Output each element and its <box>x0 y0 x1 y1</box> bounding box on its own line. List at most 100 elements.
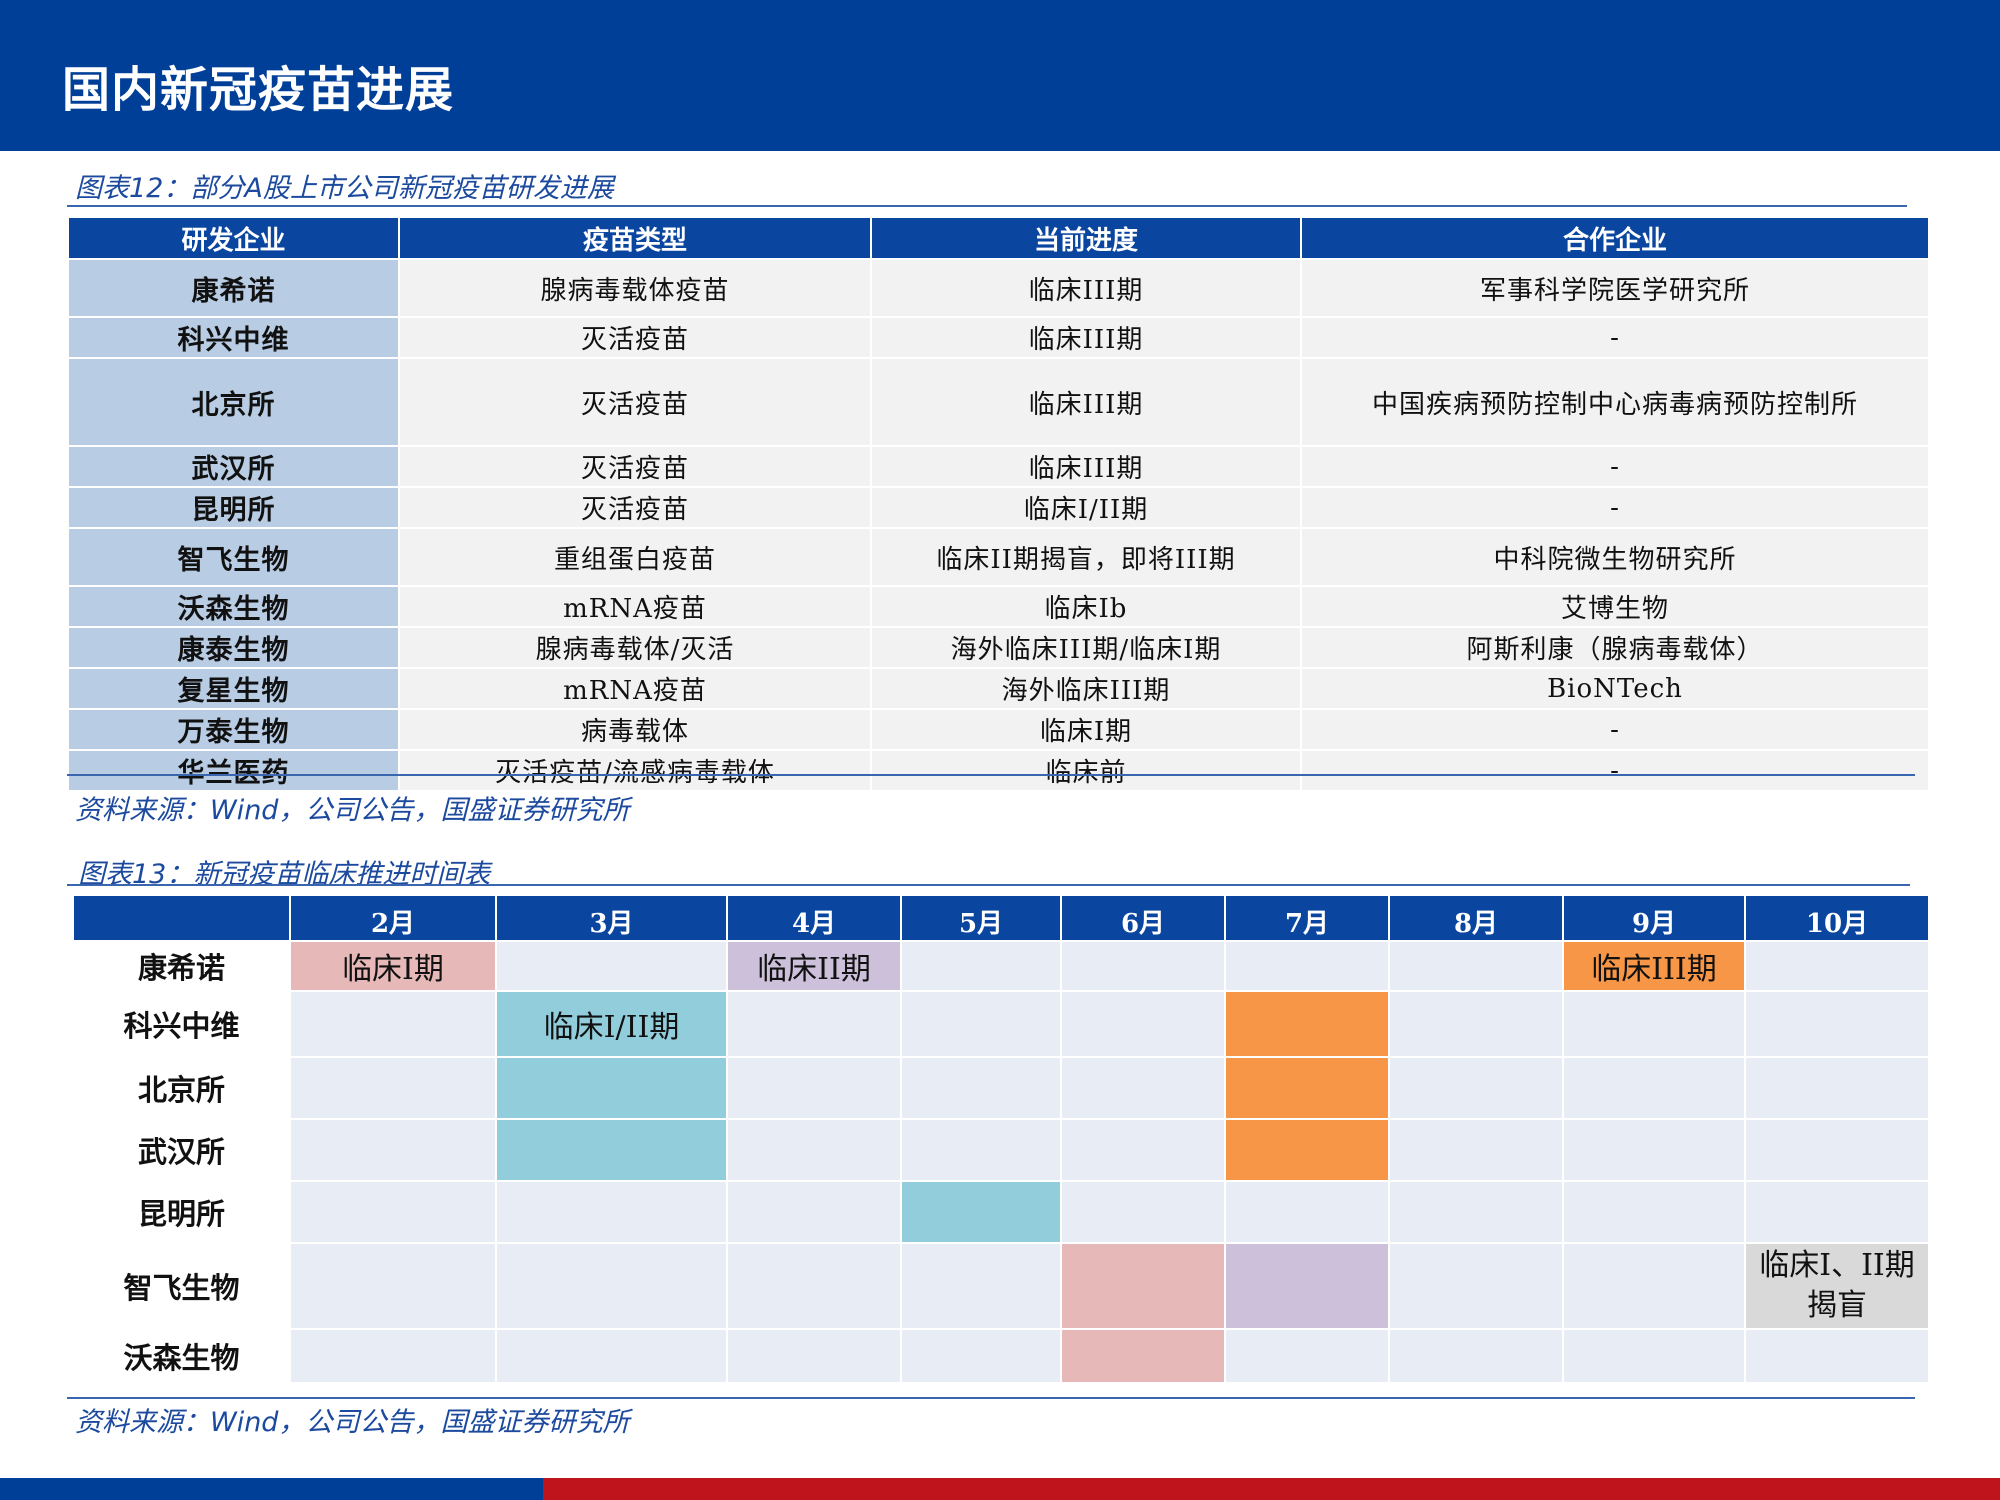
month-header: 5月 <box>900 894 1062 942</box>
vaccine-type-cell: 腺病毒载体疫苗 <box>398 258 872 318</box>
timeline-row: 智飞生物 临床I、II期揭盲 <box>72 1242 1930 1330</box>
company-cell: 智飞生物 <box>67 527 400 587</box>
empty-cell <box>1562 1242 1746 1330</box>
phase-cell <box>495 1118 728 1182</box>
column-header: 研发企业 <box>67 216 400 260</box>
partner-cell: 军事科学院医学研究所 <box>1300 258 1930 318</box>
empty-cell <box>1744 1180 1930 1244</box>
phase-cell <box>1224 1242 1390 1330</box>
empty-cell <box>1744 1118 1930 1182</box>
empty-cell <box>1388 1118 1564 1182</box>
empty-cell <box>900 1242 1062 1330</box>
vaccine-type-cell: 腺病毒载体/灭活 <box>398 626 872 669</box>
empty-cell <box>289 1056 497 1120</box>
empty-cell <box>900 990 1062 1058</box>
partner-cell: - <box>1300 445 1930 488</box>
partner-cell: 中国疾病预防控制中心病毒病预防控制所 <box>1300 357 1930 447</box>
timeline-row: 武汉所 <box>72 1118 1930 1182</box>
empty-cell <box>1388 940 1564 992</box>
empty-cell <box>1744 1056 1930 1120</box>
vaccine-type-cell: 灭活疫苗/流感病毒载体 <box>398 749 872 792</box>
empty-cell <box>1060 1056 1226 1120</box>
empty-cell <box>289 1118 497 1182</box>
phase-cell: 临床I、II期揭盲 <box>1744 1242 1930 1330</box>
timeline-row: 康希诺 临床I期 临床II期 临床III期 <box>72 940 1930 992</box>
phase-cell <box>900 1180 1062 1244</box>
month-header: 2月 <box>289 894 497 942</box>
progress-cell: 海外临床III期 <box>870 667 1302 710</box>
company-cell: 武汉所 <box>67 445 400 488</box>
phase-label: 临床I、II期揭盲 <box>1759 1248 1915 1323</box>
empty-cell <box>495 940 728 992</box>
phase-cell <box>1224 990 1390 1058</box>
table-row: 万泰生物 病毒载体 临床I期 - <box>67 708 1930 751</box>
month-header: 8月 <box>1388 894 1564 942</box>
table-row: 智飞生物 重组蛋白疫苗 临床II期揭盲，即将III期 中科院微生物研究所 <box>67 527 1930 587</box>
vaccine-type-cell: 灭活疫苗 <box>398 445 872 488</box>
phase-cell <box>1060 1328 1226 1384</box>
vaccine-progress-table: 研发企业 疫苗类型 当前进度 合作企业 康希诺 腺病毒载体疫苗 临床III期 军… <box>67 216 1930 792</box>
table-row: 北京所 灭活疫苗 临床III期 中国疾病预防控制中心病毒病预防控制所 <box>67 357 1930 447</box>
empty-cell <box>1744 1328 1930 1384</box>
empty-cell <box>1388 990 1564 1058</box>
progress-cell: 临床前 <box>870 749 1302 792</box>
table-row: 复星生物 mRNA疫苗 海外临床III期 BioNTech <box>67 667 1930 710</box>
company-cell: 康希诺 <box>72 940 291 992</box>
company-cell: 科兴中维 <box>67 316 400 359</box>
empty-cell <box>495 1328 728 1384</box>
corner-cell <box>72 894 291 942</box>
empty-cell <box>1744 940 1930 992</box>
table-row: 沃森生物 mRNA疫苗 临床Ib 艾博生物 <box>67 585 1930 628</box>
month-header: 10月 <box>1744 894 1930 942</box>
progress-cell: 临床Ib <box>870 585 1302 628</box>
partner-cell: - <box>1300 486 1930 529</box>
company-cell: 北京所 <box>67 357 400 447</box>
table-row: 昆明所 灭活疫苗 临床I/II期 - <box>67 486 1930 529</box>
company-cell: 康希诺 <box>67 258 400 318</box>
empty-cell <box>1562 1180 1746 1244</box>
month-header: 4月 <box>726 894 902 942</box>
table13-top-rule <box>67 884 1910 886</box>
empty-cell <box>726 990 902 1058</box>
phase-label: 临床III期 <box>1591 952 1717 987</box>
footer-bar-blue <box>0 1478 543 1500</box>
phase-cell <box>1060 1242 1226 1330</box>
phase-label: 临床I期 <box>342 952 444 987</box>
column-header: 合作企业 <box>1300 216 1930 260</box>
table-row: 科兴中维 灭活疫苗 临床III期 - <box>67 316 1930 359</box>
empty-cell <box>726 1056 902 1120</box>
company-cell: 万泰生物 <box>67 708 400 751</box>
month-header: 6月 <box>1060 894 1226 942</box>
empty-cell <box>1060 1118 1226 1182</box>
clinical-timeline-table: 2月 3月 4月 5月 6月 7月 8月 9月 10月 康希诺 临床I期 临床I… <box>72 894 1930 1384</box>
progress-cell: 临床III期 <box>870 258 1302 318</box>
progress-cell: 临床III期 <box>870 445 1302 488</box>
empty-cell <box>1388 1328 1564 1384</box>
table-row: 康希诺 腺病毒载体疫苗 临床III期 军事科学院医学研究所 <box>67 258 1930 318</box>
empty-cell <box>900 1118 1062 1182</box>
column-header: 当前进度 <box>870 216 1302 260</box>
company-cell: 北京所 <box>72 1056 291 1120</box>
phase-cell <box>495 1056 728 1120</box>
vaccine-type-cell: 病毒载体 <box>398 708 872 751</box>
partner-cell: 阿斯利康（腺病毒载体） <box>1300 626 1930 669</box>
company-cell: 智飞生物 <box>72 1242 291 1330</box>
vaccine-type-cell: mRNA疫苗 <box>398 585 872 628</box>
partner-cell: BioNTech <box>1300 667 1930 710</box>
timeline-row: 科兴中维 临床I/II期 <box>72 990 1930 1058</box>
empty-cell <box>900 1056 1062 1120</box>
timeline-row: 昆明所 <box>72 1180 1930 1244</box>
empty-cell <box>1388 1056 1564 1120</box>
company-cell: 武汉所 <box>72 1118 291 1182</box>
vaccine-type-cell: 灭活疫苗 <box>398 316 872 359</box>
partner-cell: 艾博生物 <box>1300 585 1930 628</box>
company-cell: 昆明所 <box>72 1180 291 1244</box>
empty-cell <box>289 1242 497 1330</box>
empty-cell <box>726 1118 902 1182</box>
empty-cell <box>289 1328 497 1384</box>
empty-cell <box>900 1328 1062 1384</box>
partner-cell: - <box>1300 708 1930 751</box>
progress-cell: 海外临床III期/临床I期 <box>870 626 1302 669</box>
empty-cell <box>1562 1056 1746 1120</box>
empty-cell <box>726 1242 902 1330</box>
